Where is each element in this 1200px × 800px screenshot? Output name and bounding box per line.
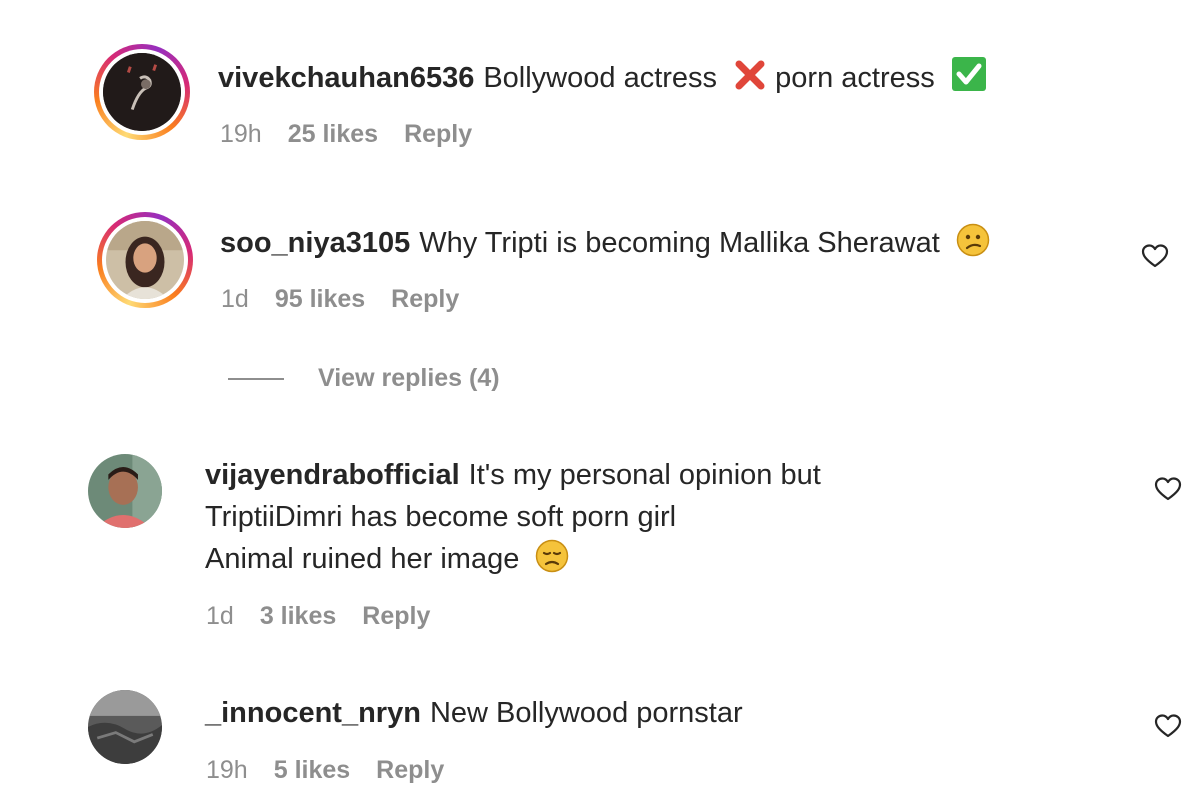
comment-text-part: Why Tripti is becoming Mallika Sherawat — [419, 227, 940, 259]
avatar — [106, 221, 184, 299]
comment-likes[interactable]: 3 likes — [260, 602, 336, 630]
heart-icon[interactable] — [1154, 713, 1182, 739]
avatar-wrapper[interactable] — [88, 454, 162, 528]
comment-text: _innocent_nryn New Bollywood pornstar — [205, 692, 743, 734]
comment-line: It's my personal opinion but — [468, 459, 821, 491]
comment-text: Animal ruined her image — [205, 538, 821, 580]
reply-button[interactable]: Reply — [391, 285, 459, 313]
comments-list: vivekchauhan6536 Bollywood actress porn a… — [0, 0, 1200, 800]
comment-text: soo_niya3105 Why Tripti is becoming Malli… — [220, 222, 990, 264]
comment-username[interactable]: vivekchauhan6536 — [218, 62, 474, 94]
comment-text: vijayendrabofficial It's my personal opin… — [205, 454, 821, 496]
comment-meta: 1d 95 likes Reply — [221, 285, 485, 314]
comment-likes[interactable]: 5 likes — [274, 756, 350, 784]
avatar-story-ring[interactable] — [97, 212, 193, 308]
comment-text: vivekchauhan6536 Bollywood actress porn a… — [218, 56, 987, 99]
comment-line: TriptiiDimri has become soft porn girl — [205, 501, 677, 533]
check-mark-button-icon — [951, 57, 986, 91]
heart-icon[interactable] — [1141, 243, 1169, 269]
avatar-wrapper[interactable] — [88, 690, 162, 764]
cross-mark-icon — [735, 60, 765, 90]
reply-button[interactable]: Reply — [404, 120, 472, 148]
comment-time: 19h — [206, 756, 248, 784]
view-replies-line — [228, 378, 284, 381]
reply-button[interactable]: Reply — [376, 756, 444, 784]
confused-face-icon — [956, 223, 990, 257]
avatar — [88, 690, 162, 764]
comment-text-part: porn actress — [775, 62, 935, 94]
comment-username[interactable]: _innocent_nryn — [205, 697, 421, 729]
comment-text-part: Bollywood actress — [483, 62, 718, 94]
comment-meta: 1d 3 likes Reply — [206, 602, 456, 631]
comment-likes[interactable]: 25 likes — [288, 120, 378, 148]
comment-time: 1d — [206, 602, 234, 630]
comment-time: 1d — [221, 285, 249, 313]
comment-meta: 19h 25 likes Reply — [220, 120, 498, 149]
avatar — [88, 454, 162, 528]
comment-line: Animal ruined her image — [205, 543, 520, 575]
avatar — [103, 53, 181, 131]
comment-username[interactable]: vijayendrabofficial — [205, 459, 460, 491]
reply-button[interactable]: Reply — [362, 602, 430, 630]
comment-username[interactable]: soo_niya3105 — [220, 227, 410, 259]
view-replies-button[interactable]: View replies (4) — [228, 364, 500, 393]
avatar-story-ring[interactable] — [94, 44, 190, 140]
disappointed-face-icon — [536, 539, 569, 573]
comment-meta: 19h 5 likes Reply — [206, 756, 470, 785]
view-replies-label: View replies (4) — [318, 364, 500, 392]
heart-icon[interactable] — [1154, 476, 1182, 502]
comment-time: 19h — [220, 120, 262, 148]
comment-text-part: New Bollywood pornstar — [429, 697, 743, 729]
comment-likes[interactable]: 95 likes — [275, 285, 365, 313]
